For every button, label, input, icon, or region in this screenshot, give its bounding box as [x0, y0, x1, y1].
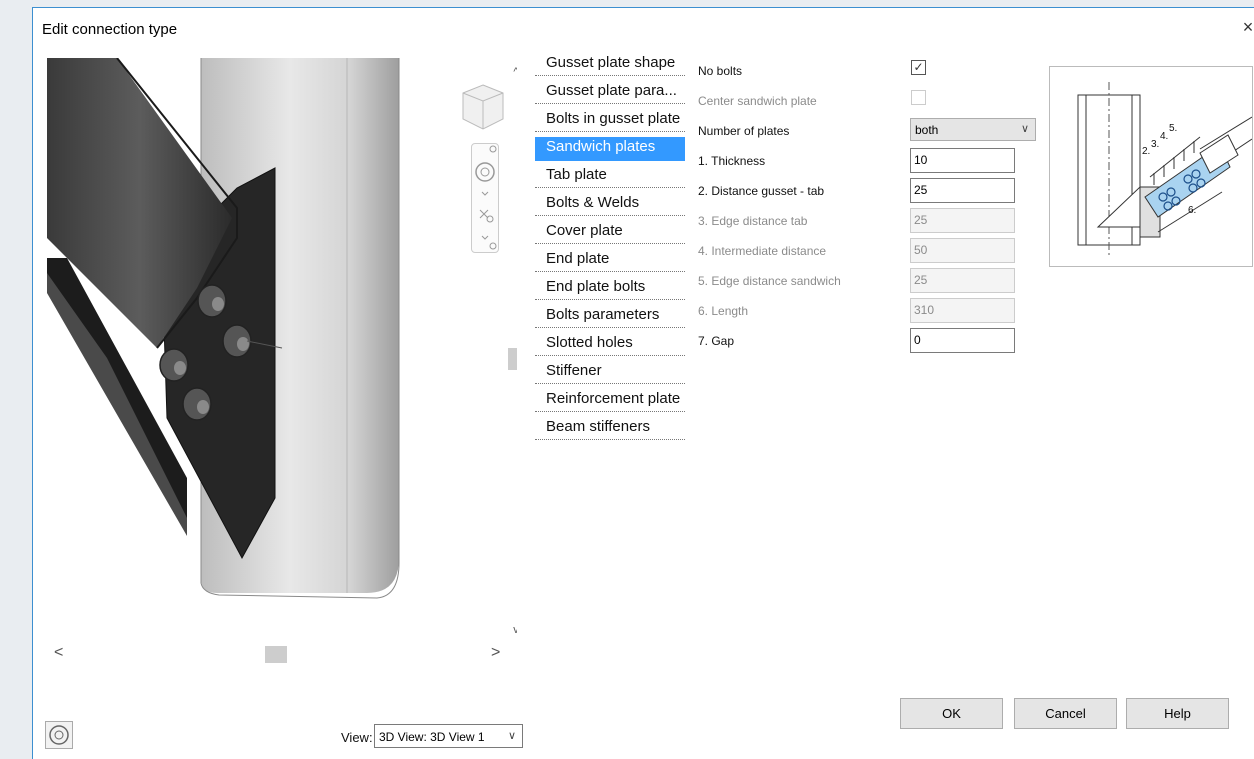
- vertical-scrollbar[interactable]: ^ v: [507, 58, 517, 643]
- dialog-title: Edit connection type: [42, 21, 178, 38]
- gap-input[interactable]: 0: [910, 328, 1015, 353]
- sandwich-plate-diagram: 2. 3. 4. 5. 6.: [1049, 66, 1253, 267]
- ok-button[interactable]: OK: [900, 698, 1003, 729]
- dimension-label: 5.: [1169, 123, 1177, 134]
- category-item[interactable]: End plate: [535, 249, 685, 277]
- dimension-label: 4.: [1160, 131, 1168, 142]
- help-button[interactable]: Help: [1126, 698, 1229, 729]
- connection-3d-model: [47, 58, 400, 643]
- length-row: 6. Length 310: [698, 298, 1073, 326]
- length-input: 310: [910, 298, 1015, 323]
- gap-row: 7. Gap 0: [698, 328, 1073, 356]
- scroll-up-icon[interactable]: ^: [507, 66, 517, 82]
- 3d-viewport[interactable]: ^ v < >: [47, 58, 517, 663]
- navigation-bar[interactable]: [471, 143, 499, 253]
- steering-wheel-icon[interactable]: [472, 144, 498, 252]
- thickness-label: 1. Thickness: [698, 154, 766, 168]
- thickness-input[interactable]: 10: [910, 148, 1015, 173]
- category-item[interactable]: Gusset plate shape: [535, 53, 685, 81]
- intermediate-distance-input: 50: [910, 238, 1015, 263]
- dimension-label: 3.: [1151, 139, 1159, 150]
- edge-distance-tab-row: 3. Edge distance tab 25: [698, 208, 1073, 236]
- edge-distance-sandwich-label: 5. Edge distance sandwich: [698, 274, 841, 288]
- scroll-right-icon[interactable]: >: [491, 644, 500, 662]
- thickness-row: 1. Thickness 10: [698, 148, 1073, 176]
- dimension-label: 6.: [1188, 205, 1196, 216]
- category-list: Gusset plate shape Gusset plate para... Bo…: [535, 53, 685, 445]
- category-item[interactable]: Bolts in gusset plate: [535, 109, 685, 137]
- steering-wheel-button[interactable]: [45, 721, 73, 749]
- edge-distance-sandwich-row: 5. Edge distance sandwich 25: [698, 268, 1073, 296]
- category-item[interactable]: Bolts & Welds: [535, 193, 685, 221]
- view-label: View:: [341, 730, 373, 745]
- scroll-down-icon[interactable]: v: [507, 624, 517, 640]
- category-item[interactable]: Sandwich plates: [535, 137, 685, 161]
- category-item[interactable]: Reinforcement plate: [535, 389, 685, 417]
- intermediate-distance-label: 4. Intermediate distance: [698, 244, 827, 258]
- vertical-scroll-thumb[interactable]: [508, 348, 517, 370]
- number-of-plates-select[interactable]: both ∨: [910, 118, 1036, 141]
- view-select-value: 3D View: 3D View 1: [379, 730, 485, 744]
- no-bolts-checkbox[interactable]: ✓: [911, 60, 926, 75]
- no-bolts-row: No bolts ✓: [698, 58, 1073, 86]
- intermediate-distance-row: 4. Intermediate distance 50: [698, 238, 1073, 266]
- distance-gusset-tab-input[interactable]: 25: [910, 178, 1015, 203]
- category-item[interactable]: Cover plate: [535, 221, 685, 249]
- edge-distance-tab-input: 25: [910, 208, 1015, 233]
- number-of-plates-row: Number of plates both ∨: [698, 118, 1073, 146]
- cancel-button[interactable]: Cancel: [1014, 698, 1117, 729]
- horizontal-scroll-thumb[interactable]: [265, 646, 287, 663]
- view-cube-icon[interactable]: [461, 83, 505, 133]
- scroll-left-icon[interactable]: <: [54, 644, 63, 662]
- steering-wheel-icon: [49, 725, 69, 745]
- gap-label: 7. Gap: [698, 334, 735, 348]
- chevron-down-icon: ∨: [507, 730, 516, 742]
- category-item[interactable]: Slotted holes: [535, 333, 685, 361]
- center-sandwich-plate-checkbox[interactable]: [911, 90, 926, 105]
- category-item[interactable]: Stiffener: [535, 361, 685, 389]
- category-item[interactable]: Bolts parameters: [535, 305, 685, 333]
- edge-distance-tab-label: 3. Edge distance tab: [698, 214, 808, 228]
- number-of-plates-label: Number of plates: [698, 124, 790, 138]
- edit-connection-dialog: Edit connection type × ^ v < > Gusset pl…: [32, 7, 1254, 759]
- category-item[interactable]: Beam stiffeners: [535, 417, 685, 445]
- distance-gusset-tab-row: 2. Distance gusset - tab 25: [698, 178, 1073, 206]
- horizontal-scrollbar[interactable]: < >: [47, 643, 517, 663]
- edge-distance-sandwich-input: 25: [910, 268, 1015, 293]
- chevron-down-icon: ∨: [1020, 123, 1029, 135]
- no-bolts-label: No bolts: [698, 64, 743, 78]
- category-item[interactable]: Tab plate: [535, 165, 685, 193]
- close-icon[interactable]: ×: [1240, 17, 1254, 37]
- view-select[interactable]: 3D View: 3D View 1 ∨: [374, 724, 523, 748]
- category-item[interactable]: Gusset plate para...: [535, 81, 685, 109]
- category-item[interactable]: End plate bolts: [535, 277, 685, 305]
- distance-gusset-tab-label: 2. Distance gusset - tab: [698, 184, 825, 198]
- length-label: 6. Length: [698, 304, 749, 318]
- connection-schematic-image: 2. 3. 4. 5. 6.: [1077, 82, 1253, 257]
- dimension-label: 2.: [1142, 146, 1150, 157]
- number-of-plates-value: both: [915, 123, 939, 137]
- title-bar: Edit connection type ×: [33, 8, 1254, 42]
- center-sandwich-plate-row: Center sandwich plate: [698, 88, 1073, 116]
- center-sandwich-plate-label: Center sandwich plate: [698, 94, 817, 108]
